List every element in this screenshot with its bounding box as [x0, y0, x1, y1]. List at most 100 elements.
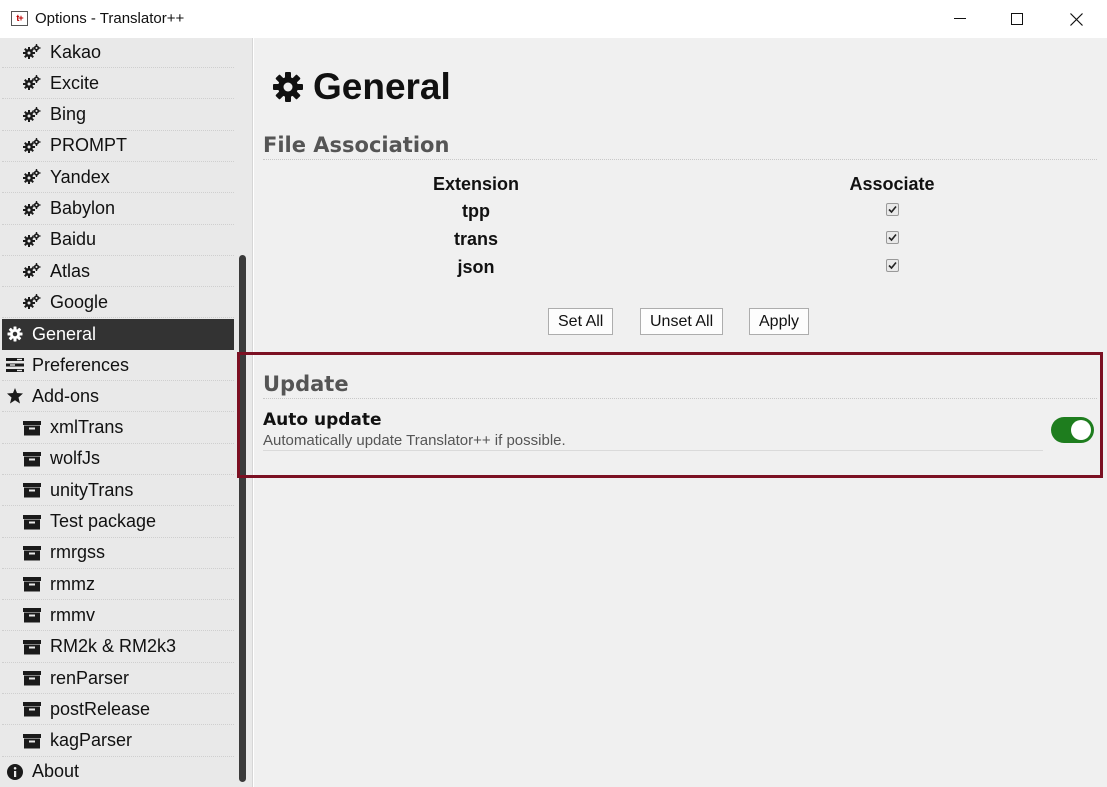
- archive-icon: [22, 512, 42, 532]
- sidebar-item-bing[interactable]: Bing: [2, 100, 234, 131]
- close-button[interactable]: [1047, 0, 1105, 38]
- extension-cell: trans: [453, 229, 498, 249]
- sidebar-item-rm2k-rm2k3[interactable]: RM2k & RM2k3: [2, 632, 234, 663]
- gears-icon: [22, 42, 42, 62]
- sidebar-scrollbar[interactable]: [239, 255, 246, 782]
- associate-column-header: Associate: [849, 174, 935, 194]
- sidebar-item-label: rmrgss: [50, 542, 105, 563]
- sidebar-item-add-ons[interactable]: Add-ons: [2, 381, 234, 413]
- archive-icon: [22, 637, 42, 657]
- sidebar-item-label: Preferences: [32, 354, 130, 375]
- window-title: Options - Translator++: [35, 10, 185, 27]
- sidebar-item-label: unityTrans: [50, 479, 134, 500]
- sidebar-item-test-package[interactable]: Test package: [2, 507, 234, 538]
- archive-icon: [22, 605, 42, 625]
- archive-icon: [22, 480, 42, 500]
- title-bar: t+ Options - Translator++: [0, 0, 1107, 38]
- sidebar: Kakao Excite Bing PROMPT Yandex Babylon Baidu A…: [0, 38, 253, 787]
- sidebar-item-label: PROMPT: [50, 135, 128, 156]
- info-icon: [5, 762, 25, 782]
- sidebar-item-label: Yandex: [50, 166, 110, 187]
- sidebar-item-yandex[interactable]: Yandex: [2, 162, 234, 194]
- associate-checkbox[interactable]: [886, 231, 899, 244]
- app-icon: t+: [11, 11, 28, 26]
- unset-all-button[interactable]: Unset All: [640, 308, 724, 335]
- maximize-button[interactable]: [988, 0, 1046, 38]
- sidebar-item-excite[interactable]: Excite: [2, 68, 234, 100]
- sidebar-item-label: Excite: [50, 72, 100, 93]
- close-icon: [1069, 12, 1083, 26]
- extension-cell: tpp: [462, 201, 490, 221]
- sidebar-item-rmrgss[interactable]: rmrgss: [2, 538, 234, 569]
- sidebar-item-google[interactable]: Google: [2, 287, 234, 319]
- sidebar-item-kagparser[interactable]: kagParser: [2, 726, 234, 757]
- gears-icon: [22, 230, 42, 250]
- archive-icon: [22, 668, 42, 688]
- check-icon: [888, 233, 897, 242]
- gears-icon: [22, 136, 42, 156]
- gear-icon: [273, 72, 303, 102]
- sidebar-item-renparser[interactable]: renParser: [2, 663, 234, 694]
- sidebar-item-preferences[interactable]: Preferences: [2, 350, 234, 381]
- gears-icon: [22, 73, 42, 93]
- associate-checkbox[interactable]: [886, 203, 899, 216]
- sidebar-item-label: Add-ons: [32, 385, 100, 406]
- sidebar-item-label: rmmz: [50, 573, 95, 594]
- sidebar-item-label: xmlTrans: [50, 417, 124, 438]
- minimize-icon: [954, 18, 966, 19]
- archive-icon: [22, 731, 42, 751]
- maximize-icon: [1011, 13, 1023, 25]
- sidebar-item-postrelease[interactable]: postRelease: [2, 694, 234, 726]
- sidebar-item-label: General: [32, 323, 97, 344]
- sidebar-item-label: rmmv: [50, 604, 95, 625]
- sidebar-item-label: RM2k & RM2k3: [50, 636, 177, 657]
- update-heading: Update: [263, 372, 1097, 399]
- gears-icon: [22, 105, 42, 125]
- sidebar-item-wolfjs[interactable]: wolfJs: [2, 444, 234, 475]
- sidebar-item-label: Atlas: [50, 260, 91, 281]
- sidebar-item-kakao[interactable]: Kakao: [2, 38, 234, 68]
- sidebar-item-babylon[interactable]: Babylon: [2, 194, 234, 225]
- sidebar-item-label: kagParser: [50, 730, 133, 751]
- extension-column-header: Extension: [432, 174, 520, 194]
- sidebar-item-about[interactable]: About: [2, 757, 234, 787]
- sidebar-item-general[interactable]: General: [2, 318, 234, 350]
- toggle-knob: [1071, 420, 1091, 440]
- archive-icon: [22, 574, 42, 594]
- gears-icon: [22, 199, 42, 219]
- page-title: General: [272, 66, 451, 108]
- auto-update-toggle[interactable]: [1051, 417, 1094, 443]
- sidebar-item-label: Google: [50, 291, 109, 312]
- sidebar-item-atlas[interactable]: Atlas: [2, 256, 234, 288]
- sidebar-item-prompt[interactable]: PROMPT: [2, 131, 234, 162]
- page-title-text: General: [313, 66, 451, 107]
- auto-update-label: Auto update: [263, 410, 382, 430]
- check-icon: [888, 205, 897, 214]
- sidebar-item-label: postRelease: [50, 698, 151, 719]
- sidebar-item-label: renParser: [50, 667, 130, 688]
- sidebar-item-rmmv[interactable]: rmmv: [2, 600, 234, 632]
- set-all-button[interactable]: Set All: [548, 308, 614, 335]
- apply-button[interactable]: Apply: [749, 308, 810, 335]
- puzzle-icon: [5, 386, 25, 406]
- gear-icon: [5, 324, 25, 344]
- main-panel: General File Association Extension Assoc…: [254, 38, 1107, 787]
- sidebar-item-label: wolfJs: [50, 448, 101, 469]
- sidebar-item-label: Test package: [50, 511, 157, 531]
- sidebar-item-label: Bing: [50, 104, 87, 125]
- gears-icon: [22, 292, 42, 312]
- file-association-heading: File Association: [263, 133, 1097, 160]
- check-icon: [888, 261, 897, 270]
- sidebar-item-baidu[interactable]: Baidu: [2, 225, 234, 256]
- auto-update-description: Automatically update Translator++ if pos…: [263, 432, 1043, 451]
- extension-cell: json: [457, 257, 495, 277]
- associate-checkbox[interactable]: [886, 259, 899, 272]
- gears-icon: [22, 167, 42, 187]
- archive-icon: [22, 699, 42, 719]
- preferences-icon: [5, 355, 25, 375]
- sidebar-item-xmltrans[interactable]: xmlTrans: [2, 413, 234, 444]
- minimize-button[interactable]: [931, 0, 989, 38]
- sidebar-item-rmmz[interactable]: rmmz: [2, 569, 234, 601]
- sidebar-item-label: About: [32, 761, 80, 782]
- sidebar-item-unitytrans[interactable]: unityTrans: [2, 475, 234, 507]
